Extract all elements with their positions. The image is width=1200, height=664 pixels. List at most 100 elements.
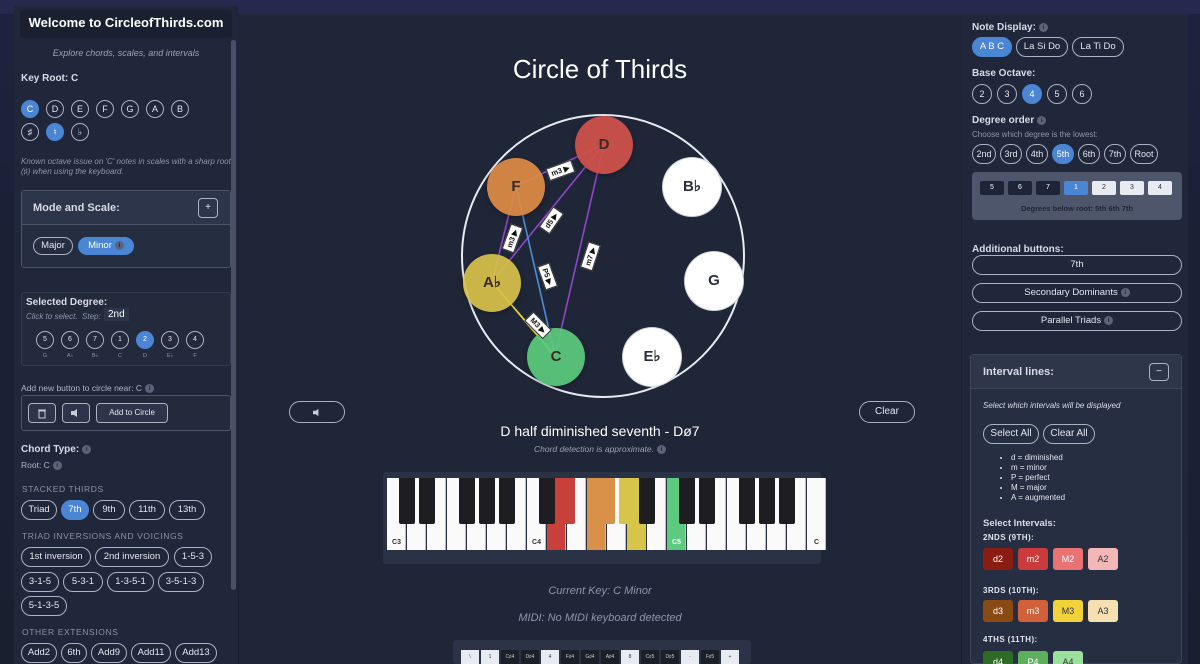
mode-major-button[interactable]: Major (33, 237, 73, 255)
piano-black-key[interactable] (699, 478, 715, 524)
degree-button-7[interactable]: 7 (86, 331, 104, 349)
keyboard-key[interactable]: + (721, 650, 739, 664)
root-button-e[interactable]: E (71, 100, 89, 118)
piano-black-key[interactable] (619, 478, 635, 524)
octave-button-4[interactable]: 4 (1022, 84, 1042, 104)
left-scrollbar[interactable] (231, 40, 236, 590)
degree-order-button[interactable]: 2nd (972, 144, 996, 164)
chord-type-triad[interactable]: Triad (21, 500, 57, 520)
mode-expand-button[interactable]: + (198, 198, 218, 218)
piano-black-key[interactable] (499, 478, 515, 524)
inversion-button[interactable]: 5-1-3-5 (21, 596, 67, 616)
clear-all-button[interactable]: Clear All (1043, 424, 1095, 444)
degree-order-button[interactable]: 6th (1078, 144, 1100, 164)
root-button-c[interactable]: C (21, 100, 39, 118)
info-icon[interactable]: i (82, 444, 92, 454)
info-icon[interactable]: i (657, 445, 666, 455)
piano-black-key[interactable] (459, 478, 475, 524)
info-icon[interactable]: i (114, 240, 124, 250)
octave-button-3[interactable]: 3 (997, 84, 1017, 104)
piano-keyboard[interactable]: C3 C4 C5 C (383, 472, 826, 564)
note-display-button[interactable]: La Si Do (1016, 37, 1068, 57)
octave-button-6[interactable]: 6 (1072, 84, 1092, 104)
degree-order-button[interactable]: 4th (1026, 144, 1048, 164)
interval-chip-M3[interactable]: M3 (1053, 600, 1083, 622)
inversion-button[interactable]: 1-5-3 (174, 547, 212, 567)
interval-chip-d4[interactable]: d4 (983, 651, 1013, 664)
extension-button-add11[interactable]: Add11 (131, 643, 171, 663)
degree-button-1[interactable]: 1 (111, 331, 129, 349)
keyboard-key[interactable]: F♯5 (701, 650, 719, 664)
root-button-d[interactable]: D (46, 100, 64, 118)
interval-chip-A3[interactable]: A3 (1088, 600, 1118, 622)
note-node-F[interactable]: F (487, 158, 545, 216)
keyboard-key[interactable]: F♯4 (561, 650, 579, 664)
note-display-button[interactable]: La Ti Do (1072, 37, 1124, 57)
info-icon[interactable]: i (1038, 22, 1048, 32)
interval-chip-m2[interactable]: m2 (1018, 548, 1048, 570)
inversion-button[interactable]: 1st inversion (21, 547, 91, 567)
note-node-E♭[interactable]: E♭ (623, 328, 681, 386)
piano-black-key[interactable] (399, 478, 415, 524)
piano-white-key[interactable]: C (807, 478, 826, 550)
piano-black-key[interactable] (419, 478, 435, 524)
interval-chip-M2[interactable]: M2 (1053, 548, 1083, 570)
keyboard-key[interactable]: D♯5 (661, 650, 679, 664)
inversion-button[interactable]: 5-3-1 (63, 572, 103, 592)
note-node-B♭[interactable]: B♭ (663, 158, 721, 216)
note-node-A♭[interactable]: A♭ (463, 254, 521, 312)
inversion-button[interactable]: 3-5-1-3 (158, 572, 204, 592)
chord-type-9th[interactable]: 9th (93, 500, 125, 520)
root-button-f[interactable]: F (96, 100, 114, 118)
piano-black-key[interactable] (739, 478, 755, 524)
degree-order-button[interactable]: 3rd (1000, 144, 1022, 164)
inversion-button[interactable]: 2nd inversion (95, 547, 169, 567)
chord-type-13th[interactable]: 13th (169, 500, 205, 520)
piano-black-key[interactable] (599, 478, 615, 524)
secondary-dominants-button[interactable]: Secondary Dominants i (972, 283, 1182, 303)
add-7th-button[interactable]: 7th (972, 255, 1182, 275)
piano-black-key[interactable] (639, 478, 655, 524)
note-node-C[interactable]: C (527, 328, 585, 386)
sharp-button[interactable]: ♯ (21, 123, 39, 141)
keyboard-key[interactable]: D♯4 (521, 650, 539, 664)
degree-button-6[interactable]: 6 (61, 331, 79, 349)
keyboard-key[interactable]: C♯5 (641, 650, 659, 664)
select-all-button[interactable]: Select All (983, 424, 1039, 444)
note-display-button[interactable]: A B C (972, 37, 1012, 57)
interval-chip-A2[interactable]: A2 (1088, 548, 1118, 570)
root-button-a[interactable]: A (146, 100, 164, 118)
trash-button[interactable] (28, 403, 56, 423)
octave-button-2[interactable]: 2 (972, 84, 992, 104)
piano-black-key[interactable] (539, 478, 555, 524)
interval-chip-P4[interactable]: P4 (1018, 651, 1048, 664)
keyboard-key[interactable]: C♯4 (501, 650, 519, 664)
info-icon[interactable]: i (1120, 287, 1130, 297)
degree-button-3[interactable]: 3 (161, 331, 179, 349)
note-node-G[interactable]: G (685, 252, 743, 310)
keyboard-key[interactable]: G♯4 (581, 650, 599, 664)
piano-black-key[interactable] (779, 478, 795, 524)
keyboard-key[interactable]: 4 (541, 650, 559, 664)
interval-chip-d2[interactable]: d2 (983, 548, 1013, 570)
chord-type-11th[interactable]: 11th (129, 500, 165, 520)
keyboard-key[interactable]: - (681, 650, 699, 664)
add-to-circle-button[interactable]: Add to Circle (96, 403, 168, 423)
chord-type-7th[interactable]: 7th (61, 500, 89, 520)
octave-button-5[interactable]: 5 (1047, 84, 1067, 104)
keyboard-key[interactable]: A♯4 (601, 650, 619, 664)
interval-chip-m3[interactable]: m3 (1018, 600, 1048, 622)
interval-chip-d3[interactable]: d3 (983, 600, 1013, 622)
info-icon[interactable]: i (52, 461, 62, 471)
sound-button[interactable] (289, 401, 345, 423)
note-node-D[interactable]: D (575, 116, 633, 174)
degree-button-5[interactable]: 5 (36, 331, 54, 349)
natural-button[interactable]: ♮ (46, 123, 64, 141)
info-icon[interactable]: i (144, 384, 154, 394)
info-icon[interactable]: i (1104, 315, 1114, 325)
degree-order-button[interactable]: 5th (1052, 144, 1074, 164)
interval-collapse-button[interactable]: − (1149, 363, 1169, 381)
extension-button-add9[interactable]: Add9 (91, 643, 127, 663)
piano-black-key[interactable] (759, 478, 775, 524)
mute-button[interactable] (62, 403, 90, 423)
